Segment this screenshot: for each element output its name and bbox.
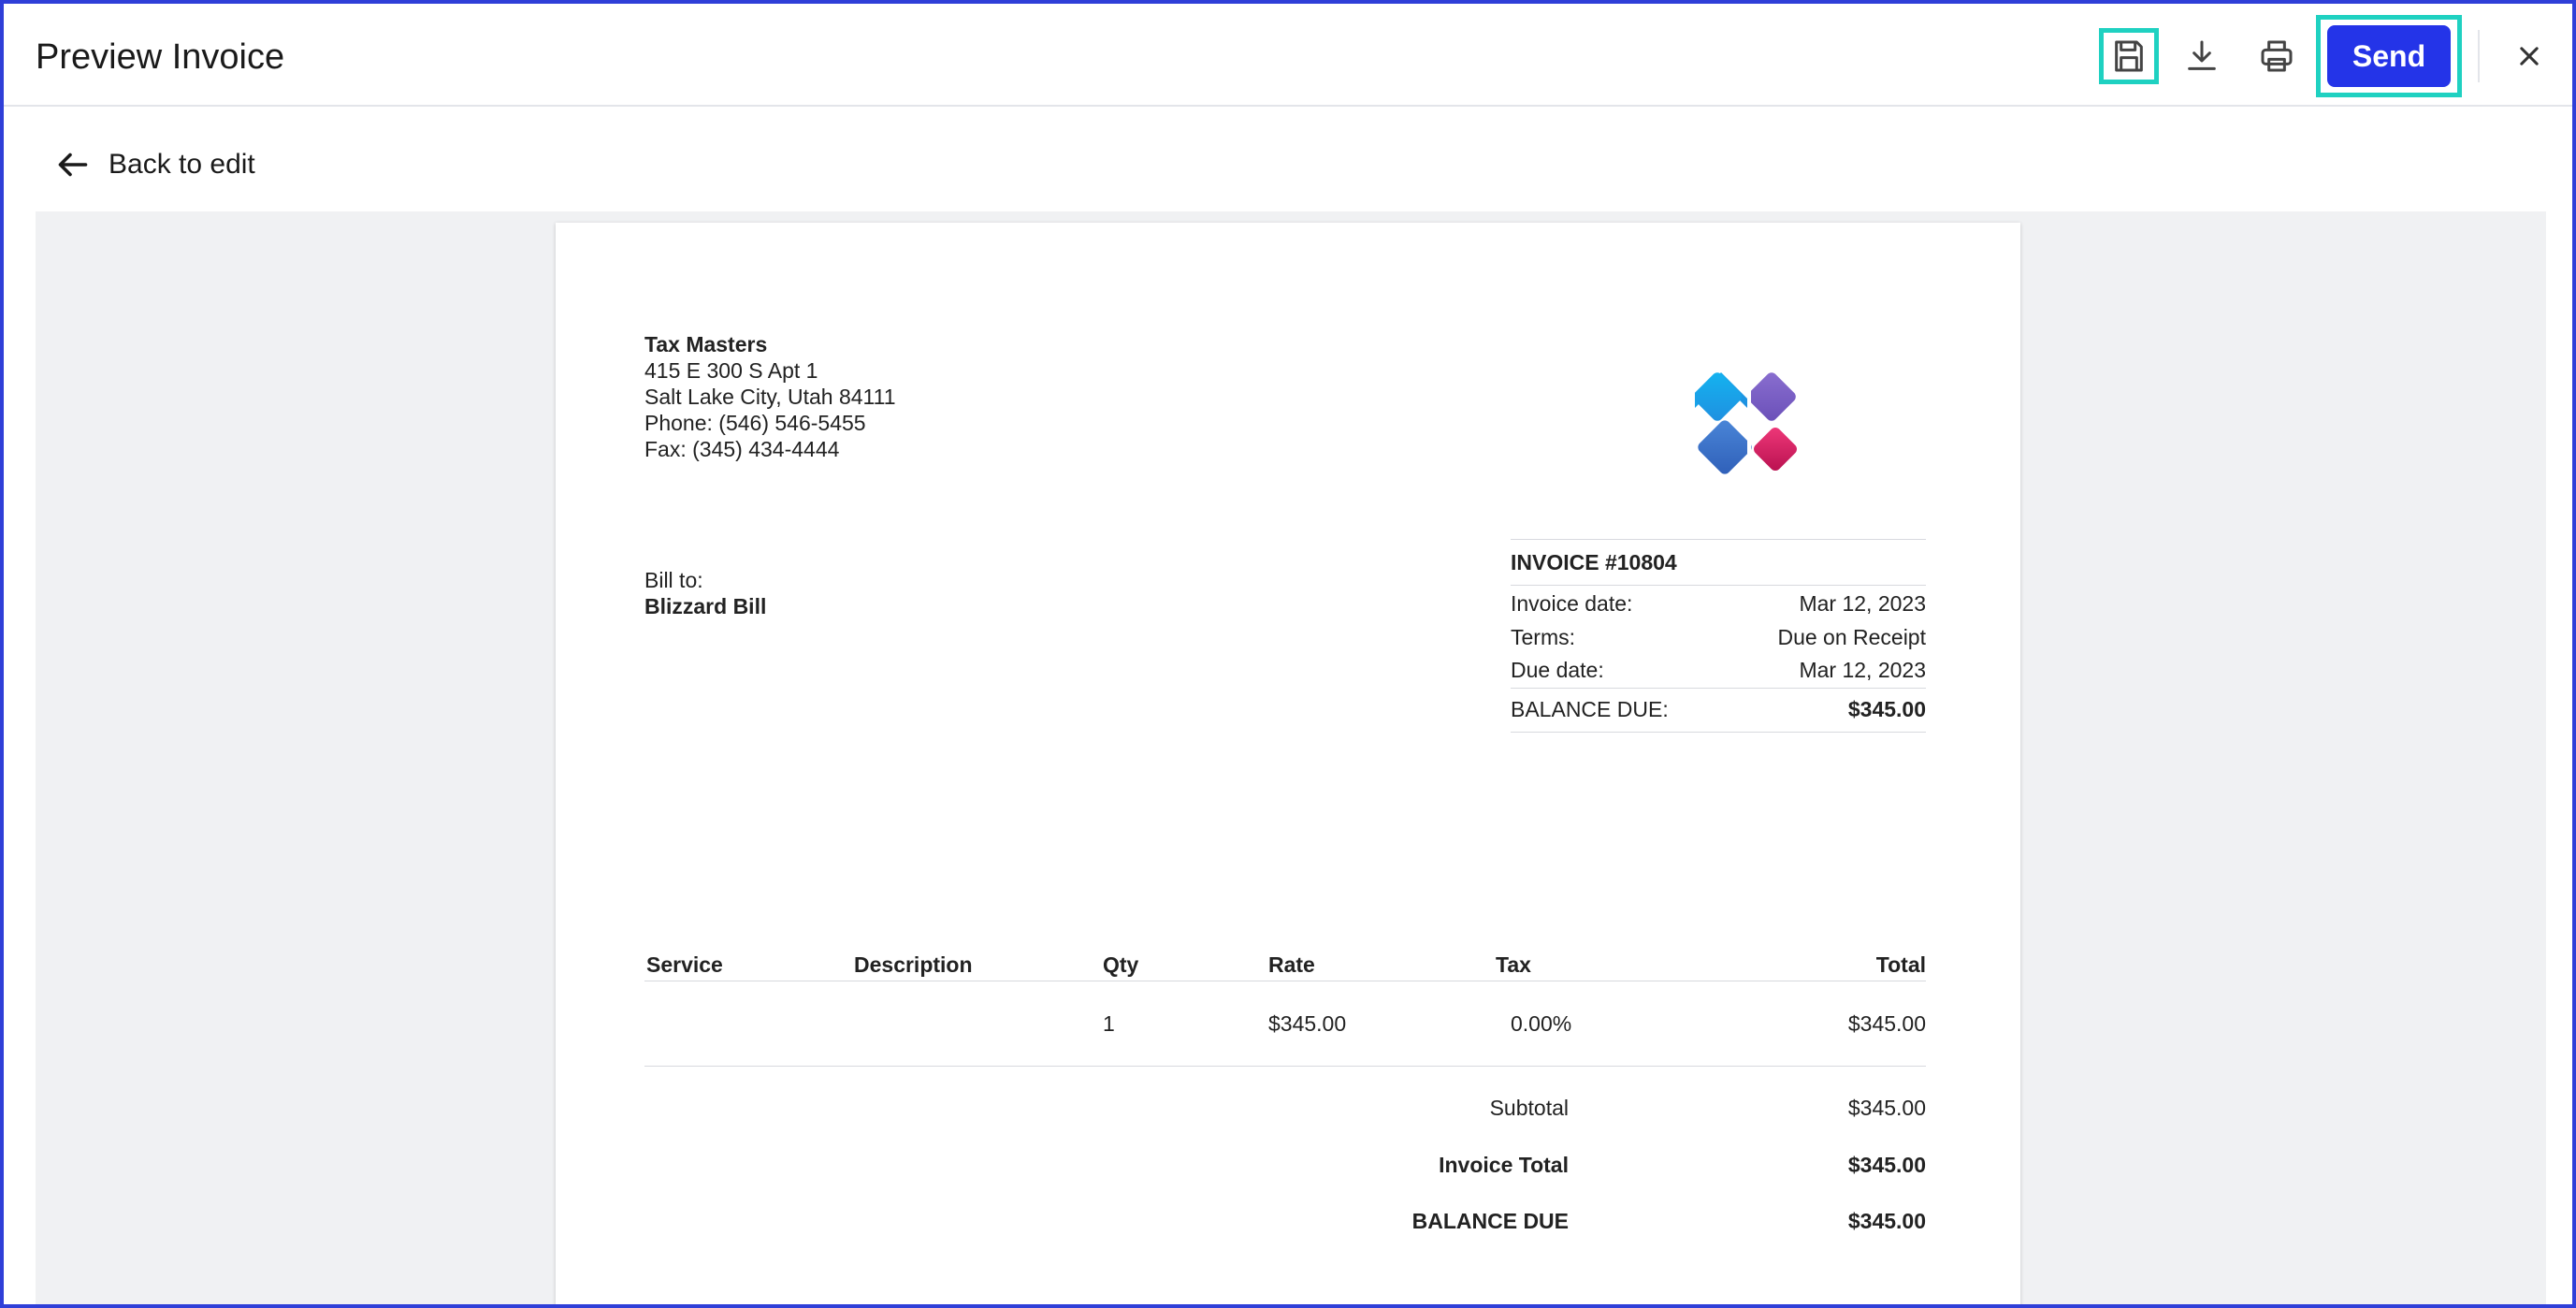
company-address-line2: Salt Lake City, Utah 84111 xyxy=(644,385,896,409)
balance-due-value: $345.00 xyxy=(1847,697,1926,721)
download-icon xyxy=(2188,40,2216,70)
due-date-value: Mar 12, 2023 xyxy=(1799,658,1926,682)
due-date-label: Due date: xyxy=(1511,658,1604,682)
company-logo xyxy=(1695,372,1797,477)
back-to-edit-label: Back to edit xyxy=(109,149,255,180)
company-fax: Fax: (345) 434-4444 xyxy=(644,437,840,461)
company-name: Tax Masters xyxy=(644,332,768,356)
balance-due-total-value: $345.00 xyxy=(1847,1209,1926,1233)
bill-to-name: Blizzard Bill xyxy=(644,594,767,618)
summary-rule xyxy=(1511,688,1926,689)
invoice-document: Tax Masters 415 E 300 S Apt 1 Salt Lake … xyxy=(556,223,2020,1308)
save-button[interactable] xyxy=(2099,28,2159,84)
save-icon xyxy=(2115,40,2143,72)
close-icon xyxy=(2520,47,2539,65)
summary-top-rule xyxy=(1511,539,1926,540)
invoice-total-value: $345.00 xyxy=(1847,1153,1926,1177)
row-total: $345.00 xyxy=(1847,1011,1926,1036)
terms-value: Due on Receipt xyxy=(1777,625,1926,649)
arrow-left-icon xyxy=(58,153,88,177)
balance-due-label: BALANCE DUE: xyxy=(1511,697,1669,721)
company-address-line1: 415 E 300 S Apt 1 xyxy=(644,358,818,383)
row-rate: $345.00 xyxy=(1268,1011,1347,1036)
row-tax: 0.00% xyxy=(1511,1011,1572,1036)
header-divider xyxy=(2478,30,2480,82)
table-bottom-rule xyxy=(644,1066,1926,1067)
summary-bottom-rule xyxy=(1511,732,1926,733)
invoice-date-label: Invoice date: xyxy=(1511,591,1633,616)
invoice-total-label: Invoice Total xyxy=(1439,1153,1569,1177)
download-button[interactable] xyxy=(2172,28,2232,84)
column-header-service: Service xyxy=(646,952,723,977)
terms-label: Terms: xyxy=(1511,625,1575,649)
row-qty: 1 xyxy=(1103,1011,1115,1036)
column-header-qty: Qty xyxy=(1103,952,1139,977)
balance-due-total-label: BALANCE DUE xyxy=(1411,1209,1569,1233)
header-bar: Preview Invoice Send xyxy=(4,4,2572,107)
invoice-preview-area[interactable]: Tax Masters 415 E 300 S Apt 1 Salt Lake … xyxy=(36,211,2546,1308)
column-header-rate: Rate xyxy=(1268,952,1315,977)
print-icon xyxy=(2261,40,2293,72)
invoice-date-value: Mar 12, 2023 xyxy=(1799,591,1926,616)
company-phone: Phone: (546) 546-5455 xyxy=(644,411,866,435)
back-to-edit-link[interactable]: Back to edit xyxy=(56,148,255,182)
column-header-total: Total xyxy=(1875,952,1926,977)
page-title: Preview Invoice xyxy=(36,37,285,77)
send-button[interactable]: Send xyxy=(2327,25,2451,87)
subtotal-value: $345.00 xyxy=(1847,1096,1926,1120)
summary-rule xyxy=(1511,585,1926,586)
column-header-description: Description xyxy=(854,952,973,977)
subtotal-label: Subtotal xyxy=(1489,1096,1569,1120)
print-button[interactable] xyxy=(2247,28,2307,84)
close-button[interactable] xyxy=(2511,37,2548,75)
bill-to-label: Bill to: xyxy=(644,568,703,592)
send-button-highlight: Send xyxy=(2316,15,2462,97)
invoice-number: INVOICE #10804 xyxy=(1511,550,1677,574)
column-header-tax: Tax xyxy=(1496,952,1531,977)
